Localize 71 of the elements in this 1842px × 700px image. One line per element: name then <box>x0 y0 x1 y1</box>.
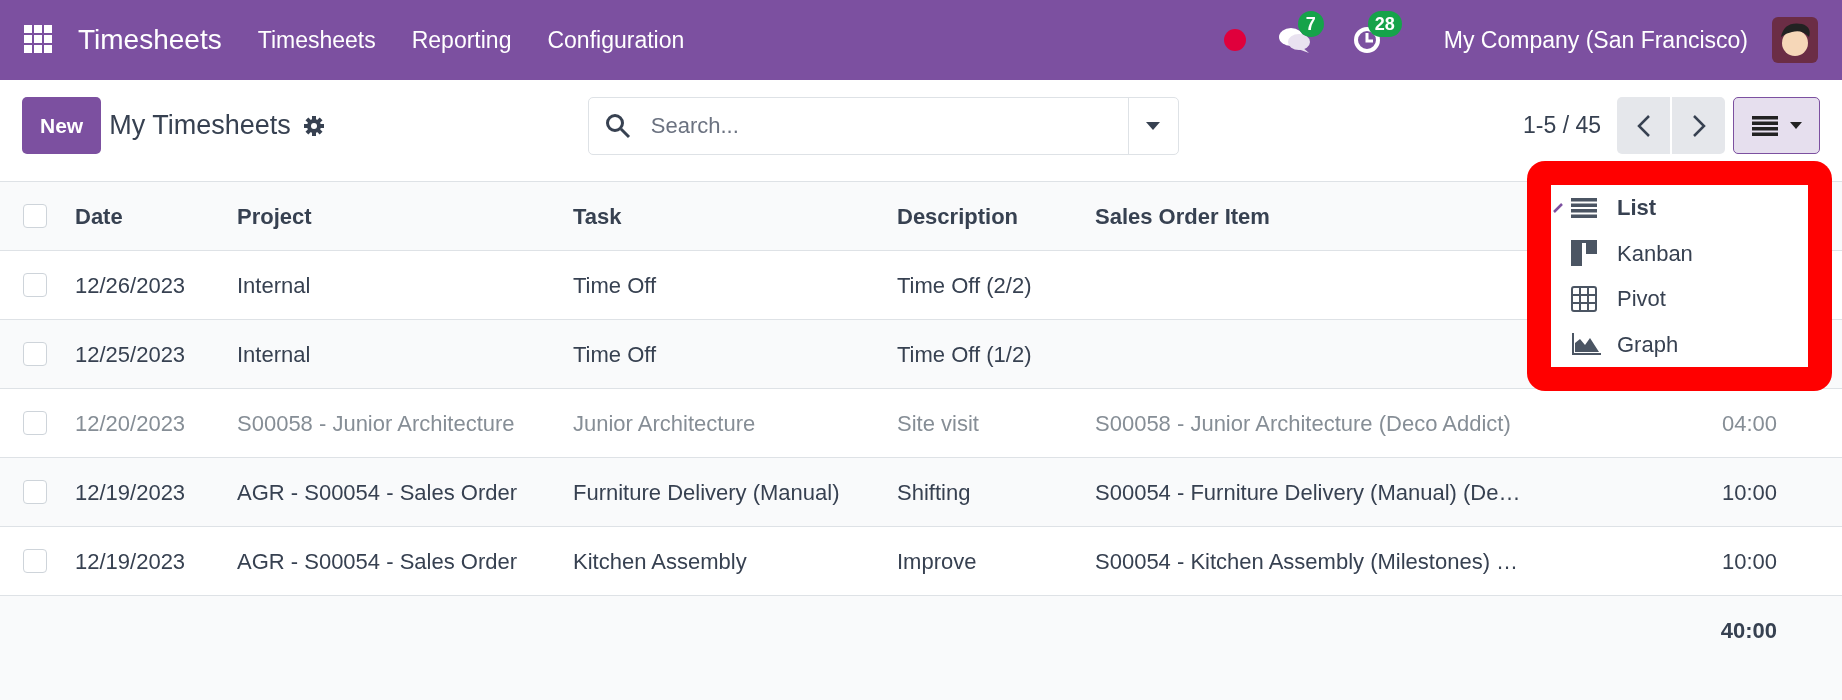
row-checkbox[interactable] <box>23 549 47 573</box>
view-menu-item[interactable]: Kanban <box>1551 230 1808 276</box>
table-cell: S00058 - Junior Architecture <box>237 410 515 436</box>
hours-cell: 10:00 <box>1721 548 1777 574</box>
column-header[interactable]: Date <box>75 203 123 229</box>
hours-cell: 04:00 <box>1721 410 1777 436</box>
app-title[interactable]: Timesheets <box>78 19 222 61</box>
apps-menu-icon[interactable] <box>24 25 54 55</box>
row-checkbox[interactable] <box>23 273 47 297</box>
view-menu-item[interactable]: List <box>1551 185 1808 231</box>
pager-value[interactable]: 1-5 / 45 <box>1523 108 1601 143</box>
settings-icon[interactable] <box>302 114 325 137</box>
check-icon <box>1553 203 1563 213</box>
table-cell: Furniture Delivery (Manual) <box>573 479 840 505</box>
total-hours: 40:00 <box>1720 617 1777 645</box>
hours-cell: 10:00 <box>1721 479 1777 505</box>
chevron-right-icon <box>1691 113 1706 138</box>
table-cell: S00054 - Furniture Delivery (Manual) (De… <box>1095 479 1521 505</box>
navbar-menu-item[interactable]: Reporting <box>411 22 512 58</box>
row-checkbox[interactable] <box>23 342 47 366</box>
list-view-icon <box>1751 115 1778 136</box>
table-cell: Junior Architecture <box>573 410 756 436</box>
select-all-checkbox[interactable] <box>23 204 47 228</box>
avatar-icon[interactable] <box>1772 17 1818 63</box>
view-menu-item[interactable]: Pivot <box>1551 276 1808 322</box>
table-cell: S00054 - Kitchen Assembly (Milestones) … <box>1095 548 1519 574</box>
row-checkbox[interactable] <box>23 480 47 504</box>
row-checkbox[interactable] <box>23 411 47 435</box>
table-cell: 12/25/2023 <box>75 341 186 367</box>
column-header[interactable]: Sales Order Item <box>1095 203 1270 229</box>
list-icon <box>1571 197 1597 218</box>
table-cell: Internal <box>237 341 311 367</box>
search-field[interactable]: Search... <box>587 96 1179 155</box>
activity-count-badge: 28 <box>1367 11 1402 37</box>
table-cell: 12/19/2023 <box>75 548 186 574</box>
table-cell: Improve <box>897 548 977 574</box>
previous-button[interactable] <box>1617 97 1670 154</box>
table-grid-icon <box>1571 285 1597 312</box>
new-button[interactable]: New <box>22 97 102 154</box>
view-menu-item[interactable]: Graph <box>1551 321 1808 367</box>
table-cell: Time Off <box>573 272 657 298</box>
next-button[interactable] <box>1672 97 1725 154</box>
page-title: My Timesheets <box>109 109 291 143</box>
column-header[interactable]: Task <box>573 203 622 229</box>
area-chart-icon <box>1571 333 1601 356</box>
table-cell: AGR - S00054 - Sales Order <box>237 479 517 505</box>
table-cell: Internal <box>237 272 311 298</box>
company-name[interactable]: My Company (San Francisco) <box>1443 22 1748 58</box>
kanban-icon <box>1571 240 1597 267</box>
table-cell: Time Off <box>573 341 657 367</box>
table-cell: Site visit <box>897 410 979 436</box>
table-cell: S00058 - Junior Architecture (Deco Addict) <box>1095 410 1511 436</box>
message-count-badge: 7 <box>1297 11 1324 37</box>
navbar-menu-item[interactable]: Timesheets <box>257 22 376 58</box>
column-header[interactable]: Description <box>897 203 1019 229</box>
table-cell: AGR - S00054 - Sales Order <box>237 548 517 574</box>
column-header[interactable]: Project <box>237 203 312 229</box>
caret-icon <box>1789 122 1802 129</box>
table-cell: 12/20/2023 <box>75 410 186 436</box>
chevron-left-icon <box>1636 113 1651 138</box>
table-cell: Kitchen Assembly <box>573 548 747 574</box>
navbar-menu-item[interactable]: Configuration <box>547 22 685 58</box>
table-cell: 12/19/2023 <box>75 479 186 505</box>
table-cell: Time Off (1/2) <box>897 341 1032 367</box>
table-cell: Shifting <box>897 479 971 505</box>
view-switcher-button[interactable] <box>1733 97 1820 154</box>
dropdown-caret-icon[interactable] <box>1146 121 1161 130</box>
table-cell: 12/26/2023 <box>75 272 186 298</box>
search-icon <box>604 112 631 139</box>
search-input[interactable]: Search... <box>650 109 1128 142</box>
table-cell: Time Off (2/2) <box>897 272 1032 298</box>
